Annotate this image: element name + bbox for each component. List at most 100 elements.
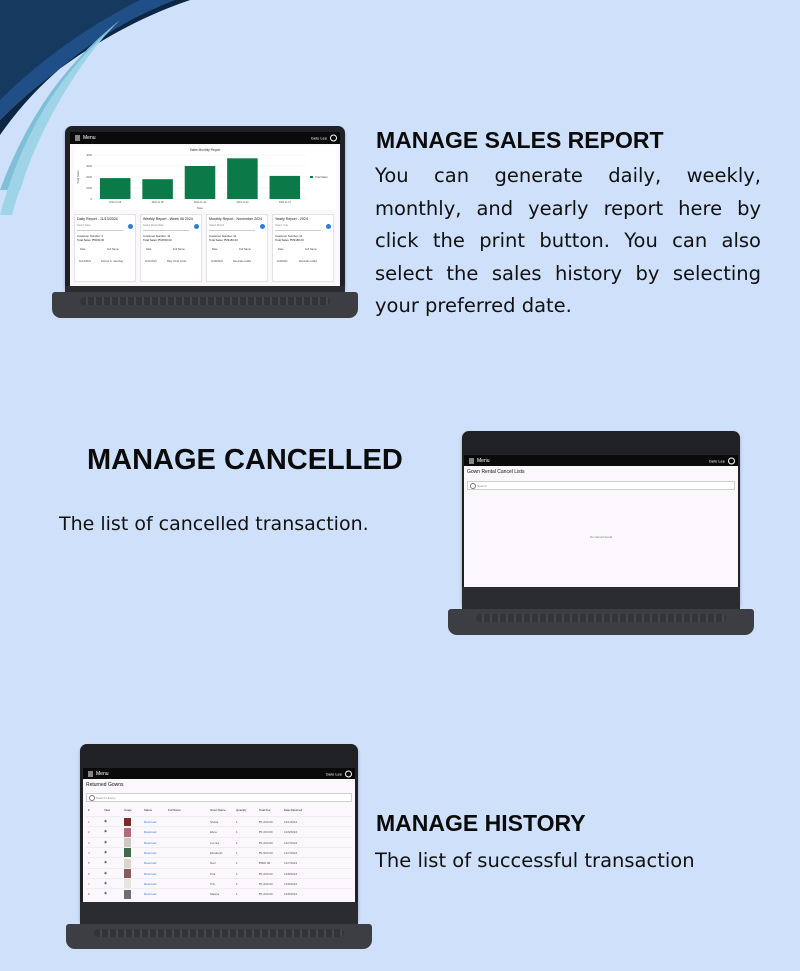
row-quantity: 1 — [236, 850, 238, 855]
chart-bar — [184, 166, 216, 199]
row-status-link[interactable]: Returned — [144, 841, 156, 845]
gown-thumbnail — [124, 827, 131, 837]
eye-icon[interactable]: ◉ — [104, 891, 107, 895]
menu-label: Menu — [477, 457, 490, 464]
print-icon[interactable] — [326, 224, 331, 229]
chart-bar — [142, 179, 173, 199]
print-icon[interactable] — [260, 224, 265, 229]
history-column-header: Quantity — [236, 808, 247, 812]
row-number: 7 — [88, 881, 90, 886]
history-search-placeholder: Search History — [96, 796, 116, 800]
report-card: Yearly Report - 2024 Select Year Customer … — [272, 214, 334, 282]
row-quantity: 1 — [236, 871, 238, 876]
y-tick-label: 3000 — [86, 164, 92, 168]
row-gown-name: Prin — [210, 881, 216, 886]
eye-icon[interactable]: ◉ — [104, 829, 107, 833]
user-circle-icon[interactable] — [330, 134, 337, 142]
row-quantity: 1 — [236, 892, 238, 897]
row-status-link[interactable]: Returned — [144, 892, 156, 896]
eye-icon[interactable]: ◉ — [104, 881, 107, 885]
print-icon[interactable] — [194, 224, 199, 229]
history-column-header: Date Returned — [284, 808, 303, 812]
report-card-col-name: Full Name — [239, 248, 251, 251]
legend-label: Total Sales — [315, 175, 328, 179]
report-card-select[interactable]: Select Year — [275, 224, 321, 231]
hamburger-icon[interactable] — [75, 135, 80, 142]
gown-thumbnail — [124, 889, 131, 899]
eye-icon[interactable]: ◉ — [104, 840, 107, 844]
x-tick-label: 2024-11-06 — [109, 201, 122, 204]
gown-thumbnail — [124, 838, 131, 848]
report-card: Daily Report - 11/13/2024 Select Date Cust… — [74, 214, 136, 282]
row-date-returned: 11/8/2024 — [284, 871, 298, 876]
report-card-row-name: Dolores G. Jolenbag — [101, 260, 123, 263]
row-total-fee: ₱1,000.00 — [259, 830, 273, 835]
row-total-fee: ₱1,000.00 — [259, 881, 273, 886]
eye-icon[interactable]: ◉ — [104, 850, 107, 854]
sales-screen: Menu Gelo Lee Sales Monthly Report 4000 30… — [70, 132, 340, 286]
app-topbar: Menu Gelo Lee — [83, 768, 355, 779]
report-card-title: Daily Report - 11/13/2024 — [77, 217, 118, 221]
user-circle-icon[interactable] — [345, 770, 352, 777]
report-card-select[interactable]: Select Week Date — [143, 224, 189, 231]
report-card-col-name: Full Name — [305, 248, 317, 251]
cancel-search-input[interactable]: Search — [467, 481, 735, 490]
report-card-row-date: 11/11/2024 — [145, 260, 157, 263]
row-date-returned: 11/7/2024 — [284, 861, 298, 866]
sales-monthly-chart: Sales Monthly Report 4000 3000 2000 1000 0 Tot… — [74, 146, 336, 210]
row-status-link[interactable]: Returned — [144, 882, 156, 886]
eye-icon[interactable]: ◉ — [104, 871, 107, 875]
row-gown-name: Elizabeth — [210, 850, 223, 855]
y-tick-label: 4000 — [86, 153, 92, 157]
gown-thumbnail — [124, 848, 131, 858]
gown-thumbnail — [124, 879, 131, 889]
report-card-select[interactable]: Select Month — [209, 224, 255, 231]
row-gown-name: Shelia — [210, 820, 219, 824]
history-search-input[interactable]: Search History — [86, 793, 352, 802]
cancel-search-placeholder: Search — [477, 484, 487, 488]
report-card: Weekly Report - Week 46 2024 Select Week … — [140, 214, 202, 282]
user-name: Gelo Lee — [708, 458, 725, 463]
row-status-link[interactable]: Returned — [144, 830, 156, 834]
report-card-col-date: Date — [278, 248, 284, 251]
report-card-select[interactable]: Select Date — [77, 224, 123, 231]
history-column-header: Status — [144, 808, 152, 812]
row-total-fee: ₱1,000.00 — [259, 840, 273, 845]
row-gown-name: Elina — [210, 830, 217, 835]
x-tick-label: 2024-11-12 — [236, 201, 249, 204]
cancel-screen: Menu Gelo Lee Gown Rental Cancel Lists S… — [464, 455, 738, 587]
hamburger-icon[interactable] — [469, 457, 474, 464]
cancelled-description: The list of cancelled transaction. — [59, 513, 369, 535]
gown-thumbnail — [124, 817, 131, 827]
row-gown-name: Nari — [210, 861, 216, 866]
app-topbar: Menu Gelo Lee — [464, 455, 738, 466]
report-card-col-date: Date — [146, 248, 152, 251]
report-card-row-name: Recorado Lulidel — [299, 260, 317, 263]
row-date-returned: 11/6/2024 — [284, 830, 298, 835]
laptop-base — [448, 609, 754, 635]
row-status-link[interactable]: Returned — [144, 872, 156, 876]
eye-icon[interactable]: ◉ — [104, 819, 107, 823]
search-icon — [470, 483, 476, 489]
hamburger-icon[interactable] — [88, 770, 93, 777]
search-icon — [89, 795, 95, 801]
row-quantity: 1 — [236, 861, 238, 866]
eye-icon[interactable]: ◉ — [104, 860, 107, 864]
row-status-link[interactable]: Returned — [144, 861, 156, 865]
row-status-link[interactable]: Returned — [144, 851, 156, 855]
history-column-header: Gown Name — [210, 808, 226, 812]
print-icon[interactable] — [128, 224, 133, 229]
row-number: 1 — [88, 820, 90, 824]
cancel-laptop: Menu Gelo Lee Gown Rental Cancel Lists S… — [448, 431, 754, 635]
report-card-total: Total Sales: ₱6000.00 — [77, 238, 105, 242]
history-heading: MANAGE HISTORY — [376, 810, 586, 836]
row-status-link[interactable]: Returned — [144, 820, 156, 824]
report-card-total: Total Sales: ₱29180.00 — [209, 238, 238, 242]
report-card-title: Yearly Report - 2024 — [275, 217, 308, 221]
row-number: 5 — [88, 861, 90, 866]
row-total-fee: ₱1,500.00 — [259, 850, 273, 855]
history-screen: Menu Gelo Lee Returned Gowns Search Hist… — [83, 768, 355, 902]
user-name: Gelo Lee — [310, 135, 327, 141]
x-tick-label: 2024-11-08 — [152, 201, 165, 204]
user-circle-icon[interactable] — [728, 457, 735, 464]
